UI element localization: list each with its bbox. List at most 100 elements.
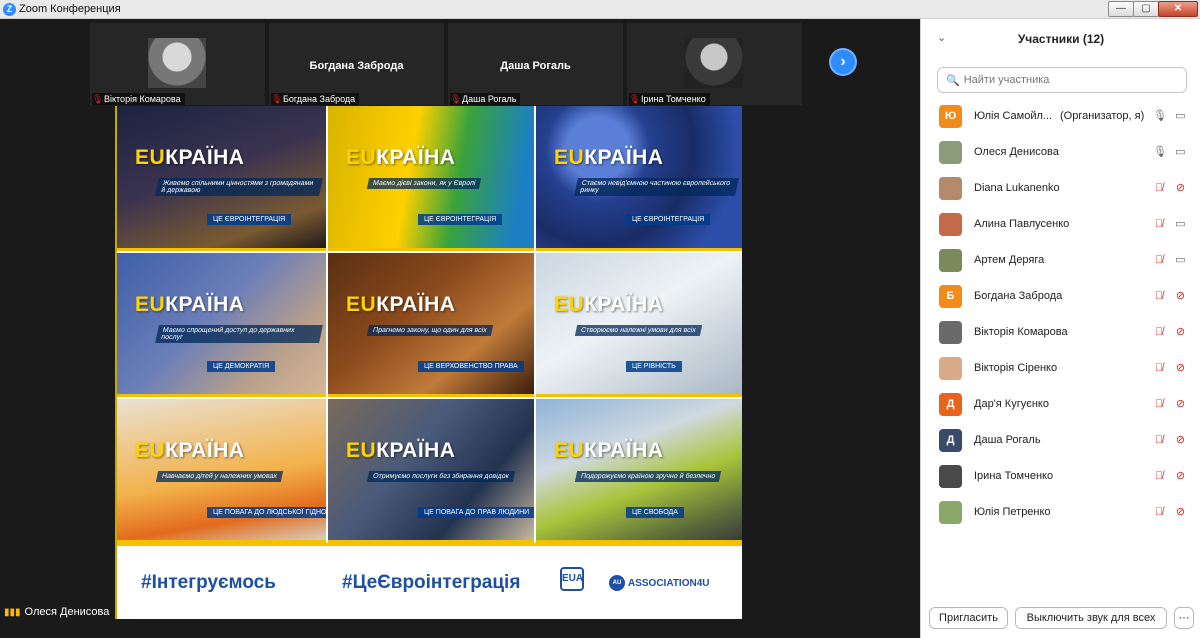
participant-name: Вікторія Сіренко [974, 362, 1058, 374]
search-input[interactable] [963, 74, 1184, 86]
video-thumbnail[interactable]: Даша Рогаль 🎙 Даша Рогаль [448, 23, 623, 105]
logo-eu: EU [346, 439, 377, 462]
video-thumbnail[interactable]: 🎙 Вікторія Комарова [90, 23, 265, 105]
poster-tile: EUКРАЇНА Живемо спільними цінностями з гр… [117, 106, 326, 251]
logo-kraina: КРАЇНА [165, 293, 245, 316]
participant-name: Ірина Томченко [974, 470, 1054, 482]
poster-slogan: Стаємо невід'ємною частиною європейськог… [574, 178, 739, 196]
shared-screen: EUКРАЇНА Живемо спільними цінностями з гр… [115, 106, 742, 619]
mic-muted-icon[interactable]: 🎙̸ [1153, 397, 1165, 412]
eukraina-logo: EUКРАЇНА [346, 146, 455, 170]
participant-row[interactable]: Д Дар'я Кугуєнко 🎙̸ ⊘ [921, 387, 1200, 423]
participant-row[interactable]: Артем Деряга 🎙̸ ▭ [921, 243, 1200, 279]
participant-row[interactable]: Вікторія Сіренко 🎙̸ ⊘ [921, 351, 1200, 387]
camera-off-icon[interactable]: ⊘ [1172, 397, 1189, 412]
camera-off-icon[interactable]: ⊘ [1172, 361, 1189, 376]
thumbnail-display-name: Богдана Заброда [309, 60, 404, 72]
microphone-icon[interactable]: 🎙 [1153, 145, 1167, 160]
window-title: Zoom Конференция [19, 3, 121, 15]
mic-muted-icon[interactable]: 🎙̸ [1153, 289, 1165, 304]
participant-row[interactable]: Вікторія Комарова 🎙̸ ⊘ [921, 315, 1200, 351]
mic-muted-icon[interactable]: 🎙̸ [1153, 325, 1165, 340]
camera-off-icon[interactable]: ⊘ [1172, 181, 1189, 196]
video-thumbnail[interactable]: 🎙 Ірина Томченко [627, 23, 802, 105]
participant-row[interactable]: Ірина Томченко 🎙̸ ⊘ [921, 459, 1200, 495]
poster-tile: EUКРАЇНА Стаємо невід'ємною частиною євро… [536, 106, 742, 251]
eukraina-logo: EUКРАЇНА [135, 146, 244, 170]
poster-slogan: Живемо спільними цінностями з громадянам… [155, 178, 323, 196]
participant-row[interactable]: Юлія Петренко 🎙̸ ⊘ [921, 495, 1200, 531]
window-titlebar: Z Zoom Конференция — ▢ ✕ [0, 0, 1200, 19]
camera-off-icon[interactable]: ⊘ [1172, 289, 1189, 304]
poster-tag: ЦЕ ЄВРОІНТЕГРАЦІЯ [626, 214, 711, 225]
microphone-icon[interactable]: 🎙 [1153, 109, 1167, 124]
eukraina-logo: EUКРАЇНА [346, 293, 455, 317]
mic-muted-icon[interactable]: 🎙̸ [1153, 253, 1165, 268]
panel-header: ⌄ Участники (12) [921, 19, 1200, 59]
logo-eu: EU [346, 146, 377, 169]
camera-icon[interactable]: ▭ [1172, 145, 1189, 160]
close-button[interactable]: ✕ [1158, 1, 1198, 17]
maximize-button[interactable]: ▢ [1133, 1, 1159, 17]
poster-tile: EUКРАЇНА Прагнемо закону, що один для всі… [328, 253, 534, 397]
participant-name: Юлія Самойл... [974, 110, 1053, 122]
mic-muted-icon[interactable]: 🎙̸ [1153, 505, 1165, 520]
poster-slogan: Маємо спрощений доступ до державних посл… [155, 325, 323, 343]
panel-footer: Пригласить Выключить звук для всех ··· [921, 605, 1200, 638]
participant-row[interactable]: Ю Юлія Самойл... (Организатор, я) 🎙 ▭ [921, 99, 1200, 135]
participant-row[interactable]: Олеся Денисова 🎙 ▭ [921, 135, 1200, 171]
avatar [939, 213, 962, 236]
participant-row[interactable]: Б Богдана Заброда 🎙̸ ⊘ [921, 279, 1200, 315]
eukraina-logo: EUКРАЇНА [135, 439, 244, 463]
logo-eu: EU [554, 439, 585, 462]
logo-kraina: КРАЇНА [165, 146, 245, 169]
camera-icon[interactable]: ▭ [1172, 109, 1189, 124]
participant-name: Юлія Петренко [974, 506, 1051, 518]
participant-name: Артем Деряга [974, 254, 1045, 266]
video-thumbnail[interactable]: Богдана Заброда 🎙 Богдана Заброда [269, 23, 444, 105]
camera-off-icon[interactable]: ⊘ [1172, 325, 1189, 340]
participant-row[interactable]: Алина Павлусенко 🎙̸ ▭ [921, 207, 1200, 243]
more-options-button[interactable]: ··· [1174, 607, 1194, 629]
mic-muted-icon[interactable]: 🎙̸ [1153, 361, 1165, 376]
participant-name: Богдана Заброда [974, 290, 1063, 302]
thumbnail-label: 🎙 Богдана Заброда [271, 93, 360, 105]
mic-muted-icon[interactable]: 🎙̸ [1153, 181, 1165, 196]
participant-video [148, 38, 206, 88]
participant-name: Дар'я Кугуєнко [974, 398, 1049, 410]
participant-row[interactable]: Diana Lukanenko 🎙̸ ⊘ [921, 171, 1200, 207]
logo-eu: EU [135, 439, 166, 462]
mic-muted-icon[interactable]: 🎙̸ [1153, 469, 1165, 484]
poster-tile: EUКРАЇНА Отримуємо послуги без збирання д… [328, 399, 534, 543]
camera-off-icon[interactable]: ⊘ [1172, 469, 1189, 484]
avatar: Д [939, 393, 962, 416]
poster-slogan: Подорожуємо країною зручно й безпечно [574, 471, 722, 482]
camera-off-icon[interactable]: ⊘ [1172, 505, 1189, 520]
thumbnail-display-name: Даша Рогаль [500, 60, 571, 72]
logo-kraina: КРАЇНА [376, 439, 456, 462]
participant-search[interactable]: 🔍 [937, 67, 1187, 93]
hashtag-integruemos: #Інтегруємось [141, 572, 276, 593]
poster-slogan: Створюємо належні умови для всіх [574, 325, 702, 336]
next-page-button[interactable]: › [829, 48, 857, 76]
avatar: Ю [939, 105, 962, 128]
avatar: Д [939, 429, 962, 452]
thumbnail-name: Ірина Томченко [641, 94, 706, 104]
participant-row[interactable]: Д Даша Рогаль 🎙̸ ⊘ [921, 423, 1200, 459]
mic-muted-icon: 🎙 [629, 94, 641, 104]
camera-off-icon[interactable]: ⊘ [1172, 433, 1189, 448]
invite-button[interactable]: Пригласить [929, 607, 1008, 629]
minimize-button[interactable]: — [1108, 1, 1134, 17]
thumbnail-label: 🎙 Вікторія Комарова [92, 93, 185, 105]
search-icon: 🔍 [946, 74, 960, 87]
mute-all-button[interactable]: Выключить звук для всех [1015, 607, 1167, 629]
logo-eu: EU [554, 146, 585, 169]
logo-kraina: КРАЇНА [376, 293, 456, 316]
logo-kraina: КРАЇНА [584, 293, 664, 316]
poster-tag: ЦЕ ЄВРОІНТЕГРАЦІЯ [418, 214, 503, 225]
mic-muted-icon[interactable]: 🎙̸ [1153, 433, 1165, 448]
camera-icon[interactable]: ▭ [1172, 217, 1189, 232]
camera-icon[interactable]: ▭ [1172, 253, 1189, 268]
mic-muted-icon[interactable]: 🎙̸ [1153, 217, 1165, 232]
association4u-logo: AU ASSOCIATION4U [609, 575, 710, 591]
